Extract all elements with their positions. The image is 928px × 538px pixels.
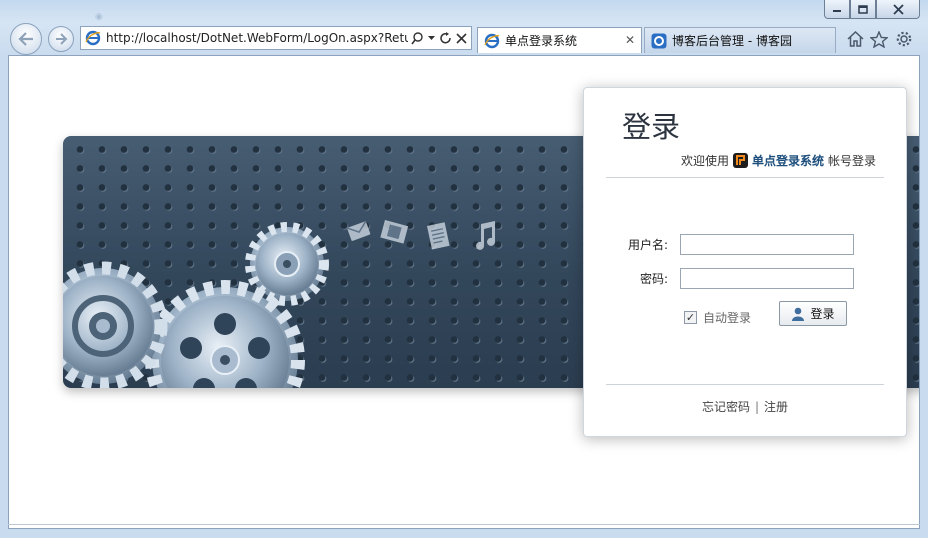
user-icon [792,307,805,321]
system-logo-icon [732,153,748,168]
close-window-button[interactable] [876,0,920,19]
tab-single-sign-on[interactable]: 单点登录系统 ✕ [477,27,642,53]
password-input[interactable] [680,268,854,289]
username-label: 用户名: [627,238,668,252]
mail-icon [346,220,371,241]
gear-large-icon [145,280,305,388]
tab-blog-admin[interactable]: 博客后台管理 - 博客园 [644,27,836,53]
system-name: 单点登录系统 [751,154,824,168]
login-button-label: 登录 [810,307,835,321]
cnblogs-tab-icon [651,33,667,48]
tab-title: 单点登录系统 [505,34,578,48]
forgot-password-link[interactable]: 忘记密码 [702,400,750,414]
login-title: 登录 [622,110,681,144]
ie-tab-icon [484,33,500,48]
login-panel: 登录 欢迎使用 单点登录系统 帐号登录 用户名: 密码: ✓ 自动登录 登录 忘… [583,87,907,437]
back-button[interactable] [10,23,42,55]
register-link[interactable]: 注册 [764,400,788,414]
forward-arrow-icon [55,33,67,45]
page-viewport: 登录 欢迎使用 单点登录系统 帐号登录 用户名: 密码: ✓ 自动登录 登录 忘… [8,55,920,529]
divider-bottom [606,384,884,385]
search-icon[interactable] [411,31,424,45]
document-icon [427,222,450,250]
welcome-prefix: 欢迎使用 [680,154,729,168]
welcome-line: 欢迎使用 单点登录系统 帐号登录 [681,152,876,169]
address-tools [411,31,467,45]
username-input[interactable] [680,234,854,255]
music-note-icon [476,221,495,250]
divider-top [606,177,884,178]
browser-chrome: ◉ http://localhost/DotNet.WebForm/LogOn.… [0,0,928,56]
dropdown-icon[interactable] [428,35,435,41]
address-url[interactable]: http://localhost/DotNet.WebForm/LogOn.as… [106,31,408,45]
back-arrow-icon [18,32,33,46]
tab-close-icon[interactable]: ✕ [625,33,635,47]
auto-login-checkbox[interactable]: ✓ [684,311,697,324]
password-label: 密码: [639,272,668,286]
address-bar[interactable]: http://localhost/DotNet.WebForm/LogOn.as… [80,26,472,50]
home-button[interactable] [845,29,865,49]
minimize-icon [833,10,841,12]
login-button[interactable]: 登录 [779,301,847,326]
status-divider [8,524,920,525]
favorites-button[interactable] [869,29,889,49]
ie-page-icon [85,30,101,46]
minimize-button[interactable] [824,0,850,19]
forward-button[interactable] [48,26,74,52]
auto-login-option[interactable]: ✓ 自动登录 [684,309,751,326]
tab-title: 博客后台管理 - 博客园 [672,34,792,48]
home-icon [846,31,864,47]
link-separator: | [754,400,760,414]
footer-links: 忘记密码 | 注册 [584,398,906,415]
refresh-icon[interactable] [439,31,452,45]
auto-login-label: 自动登录 [703,311,752,325]
background-window-ghost: ◉ [95,12,103,22]
gear-icon [896,31,912,47]
window-controls [824,0,920,19]
film-icon [380,220,409,244]
star-icon [870,30,888,48]
maximize-icon [858,4,868,14]
gears-illustration [63,220,495,388]
welcome-suffix: 帐号登录 [827,154,876,168]
stop-icon[interactable] [456,32,467,44]
tools-button[interactable] [894,29,914,49]
close-icon [892,3,904,15]
maximize-button[interactable] [850,0,876,19]
